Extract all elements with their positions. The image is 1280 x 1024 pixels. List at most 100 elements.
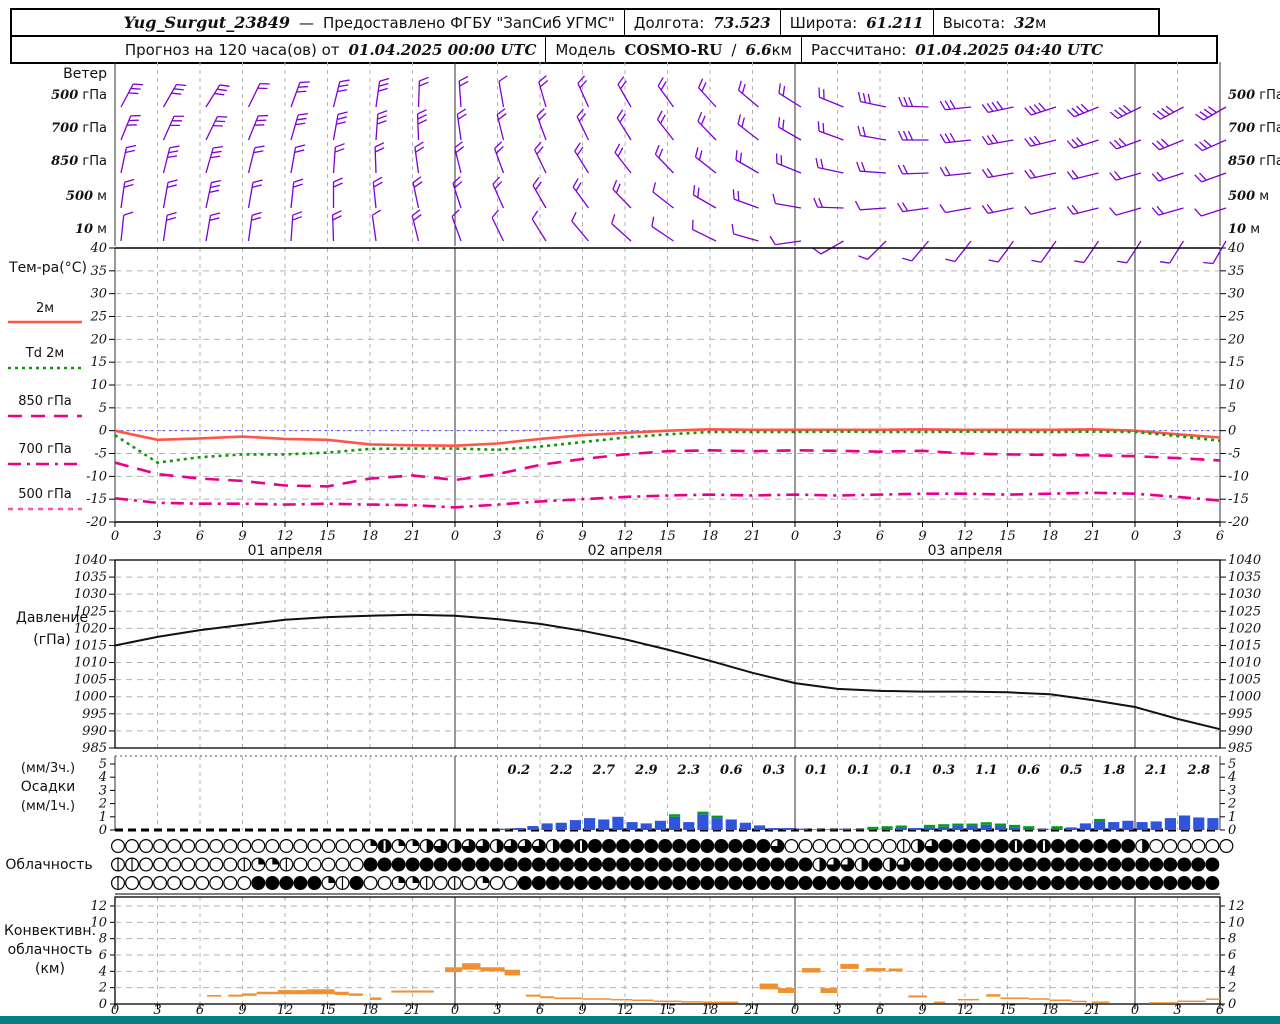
cloud-symbol [840, 838, 855, 853]
precip-snow-cap [1094, 818, 1106, 822]
cloud-symbol [1008, 875, 1023, 890]
cloud-symbol-half [426, 839, 434, 853]
wind-barb-shaft [416, 113, 420, 141]
wind-barb-feather [818, 197, 824, 208]
wind-barb-shaft [737, 123, 759, 141]
wind-barb-feather [861, 162, 866, 172]
cloud-symbol [630, 875, 645, 890]
wind-barb-feather [494, 181, 503, 190]
wind-barb-feather [701, 82, 707, 92]
wind-barb-feather [251, 184, 262, 188]
wind-barb-shaft [536, 115, 547, 141]
temp-ytick-left: 35 [90, 264, 107, 279]
cloud-symbol [910, 875, 925, 890]
temp-xtick: 3 [833, 529, 841, 544]
wind-barb-feather [986, 135, 994, 145]
wind-barb [332, 143, 345, 174]
wind-barb-shaft [577, 82, 590, 108]
wind-barb [576, 108, 590, 141]
wind-barb-feather [332, 210, 342, 216]
wind-barb-feather [299, 81, 310, 84]
wind-barb [1151, 171, 1184, 182]
wind-barb-feather [534, 141, 542, 151]
precip-3h-amount: 0.1 [847, 763, 870, 778]
cloud-symbol [602, 875, 617, 890]
wind-barb [732, 189, 759, 209]
wind-barb-feather [694, 147, 699, 158]
precip-3h-amount: 0.6 [720, 763, 743, 778]
temp-ytick-right: 35 [1228, 264, 1245, 279]
wind-barb [458, 75, 469, 108]
chart-el: гПа [78, 154, 107, 169]
precip-bar [1051, 828, 1063, 830]
wind-barb [651, 216, 674, 242]
wind-barb-feather [258, 114, 269, 117]
wind-barb-feather [333, 182, 343, 188]
wind-barb [1152, 105, 1184, 120]
precip-bar [994, 826, 1006, 830]
calc-time: 01.04.2025 04:40 UTC [915, 40, 1104, 59]
cloud-symbol [405, 875, 420, 890]
wind-barb-feather [123, 183, 134, 188]
wind-barb-shaft [987, 139, 1014, 146]
cloud-symbol [1051, 857, 1066, 872]
pressure-panel-title: Давление [16, 610, 88, 626]
convective-ytick-left: 2 [98, 981, 107, 996]
cloud-symbol [209, 838, 224, 853]
wind-level-label-right: 850 гПа [1228, 154, 1280, 169]
wind-barb [1109, 170, 1142, 181]
wind-barb-feather [775, 153, 778, 164]
cloud-symbol [1065, 857, 1080, 872]
cloud-symbol [321, 838, 336, 853]
wind-barb-feather [858, 255, 868, 260]
convective-ytick-right: 12 [1228, 899, 1245, 914]
cloud-symbol [139, 838, 154, 853]
cloud-symbol [952, 838, 967, 853]
wind-barb-feather [856, 161, 861, 172]
cloud-symbol [798, 875, 813, 890]
wind-barb-feather [125, 149, 136, 154]
cloud-symbol [1149, 838, 1164, 853]
temp-ytick-left: 30 [90, 287, 107, 302]
precip-bar [640, 823, 652, 830]
precip-bar [810, 829, 822, 830]
precip-3h-amount: 0.5 [1060, 763, 1083, 778]
wind-barb-shaft [738, 89, 759, 108]
header-row-2: Прогноз на 120 часа(ов) от 01.04.2025 00… [10, 35, 1218, 64]
wind-barb-shaft [997, 240, 1015, 263]
wind-barb-feather [413, 214, 422, 222]
chart-el: 10 [1228, 222, 1246, 237]
wind-barb-shaft [332, 114, 339, 141]
precip-3h-amount: 2.3 [676, 763, 700, 778]
convective-ytick-right: 6 [1228, 948, 1236, 963]
cloud-symbol [559, 838, 574, 853]
cloud-symbol [125, 838, 140, 853]
wind-barb-feather [174, 115, 184, 117]
wind-barb [737, 80, 759, 108]
convective-bar [334, 991, 349, 996]
cloud-symbol [489, 838, 504, 853]
convective-ytick-right: 4 [1227, 964, 1236, 979]
cloud-symbol [728, 875, 743, 890]
wind-barb [247, 211, 262, 242]
wind-barb [981, 204, 1014, 215]
cloud-symbol [672, 875, 687, 890]
wind-barb-feather [172, 120, 182, 122]
temp-ytick-left: -20 [86, 515, 107, 530]
wind-barb-shaft [693, 194, 717, 209]
cloud-symbol [195, 838, 210, 853]
wind-barb-shaft [778, 126, 802, 141]
cloud-symbol [1163, 838, 1178, 853]
wind-barb-shaft [945, 106, 972, 111]
wind-barb-shaft [290, 82, 301, 108]
wind-barb-feather [782, 119, 785, 130]
cloud-symbol [770, 875, 785, 890]
wind-barb-feather [417, 109, 427, 115]
cloud-symbol [994, 838, 1009, 853]
wind-barb-feather [782, 86, 786, 96]
wind-barb-feather [253, 150, 264, 154]
wind-barb-shaft [1074, 106, 1099, 118]
wind-barb-feather [1194, 143, 1203, 152]
cloud-symbol [952, 875, 967, 890]
wind-barb-feather [996, 100, 1004, 110]
